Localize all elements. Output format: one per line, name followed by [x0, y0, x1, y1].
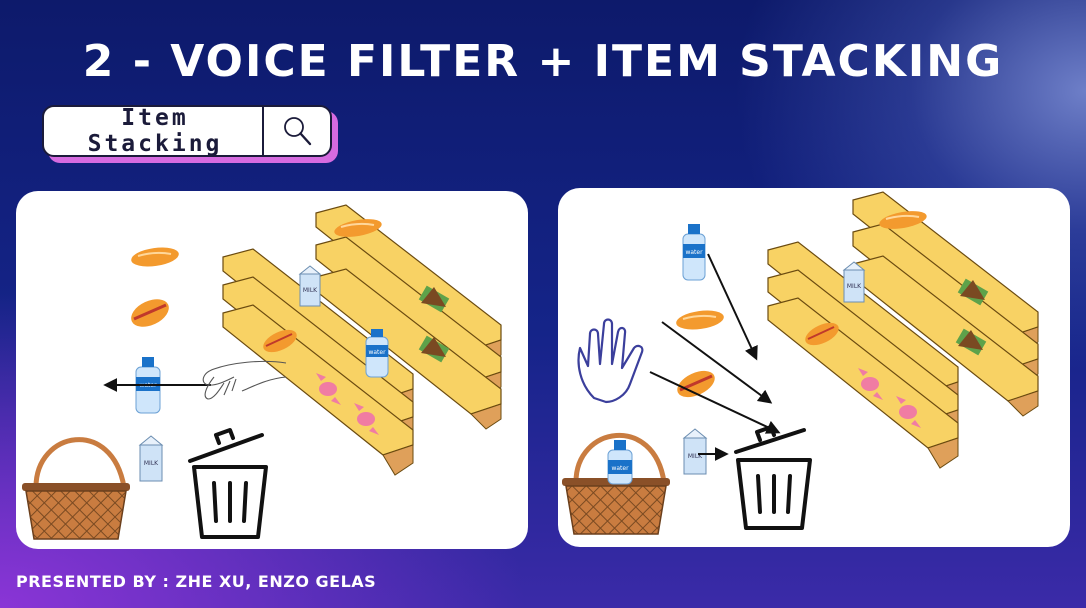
trash-can-icon: [188, 428, 268, 539]
search-bar[interactable]: Item Stacking: [42, 105, 332, 157]
milk-carton-floor: MILK: [682, 428, 708, 475]
search-label: Item Stacking: [87, 105, 223, 157]
trash-can-icon: [734, 425, 812, 530]
sub-sandwich: [131, 299, 169, 327]
svg-text:MILK: MILK: [847, 283, 862, 290]
search-button[interactable]: [262, 107, 330, 155]
bread: [131, 247, 179, 267]
presenters-credit: PRESENTED BY : ZHE XU, ENZO GELAS: [16, 572, 377, 591]
magnifier-icon: [284, 117, 312, 146]
milk-carton: MILK: [298, 265, 322, 307]
milk-carton-floor: MILK: [138, 435, 164, 482]
svg-text:MILK: MILK: [144, 460, 159, 467]
svg-text:water: water: [368, 349, 386, 356]
bread: [676, 310, 724, 330]
svg-text:water: water: [685, 249, 703, 256]
svg-text:MILK: MILK: [303, 287, 318, 294]
basket-icon: [22, 437, 130, 540]
sub-sandwich: [677, 370, 715, 398]
slide-title: 2 - VOICE FILTER + ITEM STACKING: [82, 36, 1004, 87]
left-scene-panel: MILK water MILK: [16, 191, 528, 549]
water-bottle-in-basket: water: [607, 440, 633, 485]
svg-text:water: water: [611, 465, 629, 472]
right-scene-panel: MILK water MILK water: [558, 188, 1070, 547]
throw-arrow: [707, 253, 758, 361]
water-bottle-floating: water: [682, 224, 706, 281]
milk-carton: MILK: [842, 261, 866, 303]
open-hand-icon: [577, 318, 644, 404]
